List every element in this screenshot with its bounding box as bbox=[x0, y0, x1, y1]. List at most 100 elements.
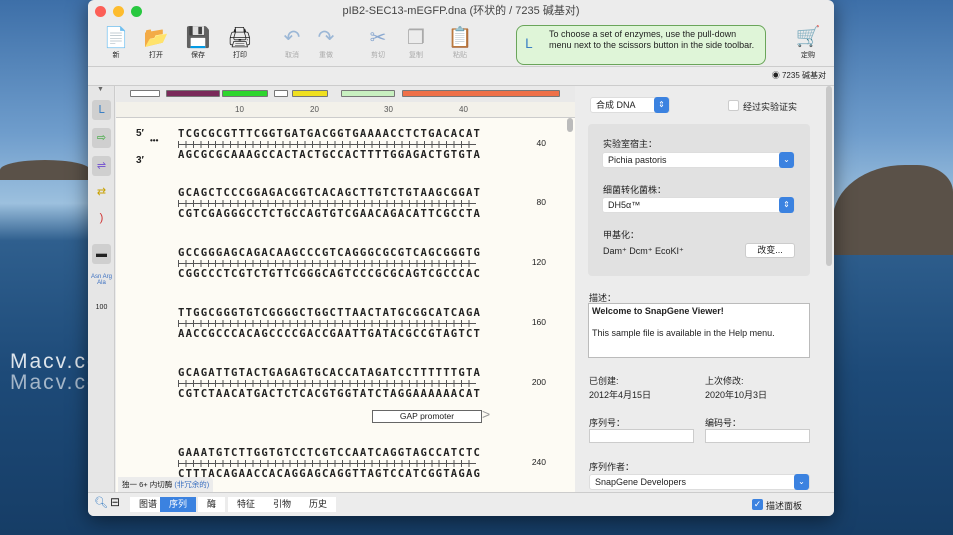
updown-icon: ⇕ bbox=[779, 197, 794, 213]
chevron-down-icon: ⌄ bbox=[794, 474, 809, 490]
panel-scrollbar[interactable] bbox=[826, 86, 832, 266]
bottom-strand[interactable]: CTTTACAGAACCACAGGAGCAGGTTAGTCCATCGGTAGAG bbox=[178, 468, 481, 480]
window-title: pIB2-SEC13-mEGFP.dna (环状的 / 7235 碱基对) bbox=[342, 5, 580, 17]
scale-button[interactable]: 100 bbox=[91, 304, 112, 311]
tab-2[interactable]: 酶 bbox=[198, 497, 226, 512]
top-strand[interactable]: TTGGCGGGTGTCGGGGCTGGCTTAACTATGCGGCATCAGA bbox=[178, 307, 481, 319]
bottom-strand[interactable]: CGGCCCTCGTCTGTTCGGGCAGTCCCGCGCAGTCGCCCAC bbox=[178, 268, 481, 280]
description-field[interactable]: Welcome to SnapGene Viewer! This sample f… bbox=[588, 303, 810, 358]
status-row: ◉ 7235 碱基对 bbox=[88, 66, 834, 86]
top-strand[interactable]: GAAATGTCTTGGTGTCCTCGTCCAATCAGGTAGCCATCTC bbox=[178, 447, 481, 459]
undo-icon: ↶ bbox=[283, 26, 301, 49]
tab-4[interactable]: 引物 bbox=[264, 497, 301, 512]
top-strand[interactable]: TCGCGCGTTTCGGTGATGACGGTGAAAACCTCTGACACAT bbox=[178, 128, 481, 140]
strands-button[interactable]: ⇌ bbox=[92, 156, 111, 176]
minimize-button[interactable] bbox=[113, 6, 124, 17]
bottom-strand[interactable]: CGTCGAGGGCCTCTGCCAGTGTCGAACAGACATTCGCCTA bbox=[178, 208, 481, 220]
verified-checkbox[interactable] bbox=[728, 100, 739, 111]
printer-icon: 🖨 bbox=[227, 26, 253, 49]
chevron-down-icon: ⌄ bbox=[779, 152, 794, 168]
split-view-icon[interactable]: ⊟ bbox=[110, 495, 120, 509]
position-number: 160 bbox=[531, 317, 546, 327]
features-button[interactable]: ⇨ bbox=[92, 128, 111, 148]
top-strand[interactable]: GCAGATTGTACTGAGAGTGCACCATAGATCCTTTTTTGTA bbox=[178, 367, 481, 379]
bottom-strand[interactable]: AGCGCGCAAAGCCACTACTGCCACTTTTGGAGACTGTGTA bbox=[178, 149, 481, 161]
toolbar: 📄 新 📂 打开 💾 保存 🖨 打印 ↶ 取消 ↷ 重做 ✂ 剪切 ❐ 复制 📋 粘贴 ᒪ To c… bbox=[88, 22, 834, 66]
ruler: 10 20 30 40 bbox=[116, 102, 575, 118]
bottom-strand[interactable]: CGTCTAACATGACTCTCACGTGGTATCTAGGAAAAAACAT bbox=[178, 388, 481, 400]
feature-arrow[interactable] bbox=[341, 90, 395, 97]
feature-overview bbox=[116, 86, 575, 102]
feature-arrowhead-icon: > bbox=[482, 406, 491, 422]
top-strand[interactable]: GCCGGGAGCAGACAAGCCCGTCAGGGCGCGTCAGCGGGTG bbox=[178, 247, 481, 259]
amino-acids-button[interactable]: Asn Arg Ala bbox=[91, 274, 112, 286]
scissors-icon: ✂ bbox=[369, 26, 387, 49]
bottom-strand[interactable]: AACCGCCCACAGCCCCGACCGAATTGATACGCCGTAGTCT bbox=[178, 328, 481, 340]
description-panel: 合成 DNA ⇕ 经过实验证实 实验室宿主： Pichia pastoris ⌄ 细… bbox=[578, 86, 834, 492]
translation-button[interactable]: ▬ bbox=[92, 244, 111, 264]
new-button[interactable]: 📄 新 bbox=[98, 24, 134, 60]
sequence-view: 10 20 30 40 TCGCGCGTTTCGGTGATGACGGTGAAAA… bbox=[116, 86, 575, 492]
sequence-scrollbar[interactable] bbox=[567, 118, 573, 132]
updown-icon: ⇕ bbox=[654, 97, 669, 113]
copy-button[interactable]: ❐ 复制 bbox=[398, 24, 434, 60]
host-select[interactable]: Pichia pastoris ⌄ bbox=[602, 152, 795, 168]
paste-button[interactable]: 📋 粘贴 bbox=[442, 24, 478, 60]
feature-arrow[interactable] bbox=[274, 90, 288, 97]
change-methylation-button[interactable]: 改变... bbox=[745, 243, 795, 258]
feature-arrow[interactable] bbox=[292, 90, 328, 97]
tab-5[interactable]: 历史 bbox=[300, 497, 337, 512]
side-toolbar: ▼ ᒪ ⇨ ⇌ ⇄ ) ▬ Asn Arg Ala 100 bbox=[88, 86, 115, 492]
search-icon[interactable]: 🔍︎ bbox=[94, 496, 108, 509]
app-window: pIB2-SEC13-mEGFP.dna (环状的 / 7235 碱基对) 📄 新… bbox=[88, 0, 834, 516]
paste-icon: 📋 bbox=[447, 26, 473, 49]
code-number-input[interactable] bbox=[705, 429, 810, 443]
view-tabs-bar: 🔍︎ ⊟ 图谱 序列酶特征 引物 历史 ✓ 描述面板 bbox=[88, 492, 834, 516]
serial-number-input[interactable] bbox=[589, 429, 694, 443]
description-panel-checkbox[interactable]: ✓ bbox=[752, 499, 763, 510]
redo-button[interactable]: ↷ 重做 bbox=[308, 24, 344, 60]
ellipsis: ••• bbox=[150, 136, 159, 145]
close-button[interactable] bbox=[95, 6, 106, 17]
strand-ruler bbox=[178, 380, 476, 387]
enzyme-set-label[interactable]: 独一 6+ 内切酶 (非冗余的) bbox=[118, 477, 214, 492]
feature-arrow[interactable] bbox=[402, 90, 560, 97]
author-select[interactable]: SnapGene Developers ⌄ bbox=[589, 474, 810, 490]
strand-ruler bbox=[178, 460, 476, 467]
open-button[interactable]: 📂 打开 bbox=[138, 24, 174, 60]
collapse-icon[interactable]: ▼ bbox=[97, 86, 104, 93]
tab-1[interactable]: 序列 bbox=[160, 497, 197, 512]
primers-button[interactable]: ⇄ bbox=[92, 182, 111, 202]
folder-icon: 📂 bbox=[143, 26, 169, 49]
island bbox=[833, 165, 953, 255]
buy-button[interactable]: 🛒 定购 bbox=[788, 24, 828, 60]
redo-icon: ↷ bbox=[317, 26, 335, 49]
copy-icon: ❐ bbox=[407, 26, 425, 49]
top-strand[interactable]: GCAGCTCCCGGAGACGGTCACAGCTTGTCTGTAAGCGGAT bbox=[178, 187, 481, 199]
cut-button[interactable]: ✂ 剪切 bbox=[360, 24, 396, 60]
enzyme-icon: ᒪ bbox=[525, 36, 533, 51]
print-button[interactable]: 🖨 打印 bbox=[222, 24, 258, 60]
orf-button[interactable]: ) bbox=[92, 208, 111, 228]
five-prime-label: 5′ bbox=[136, 128, 144, 139]
enzymes-button[interactable]: ᒪ bbox=[92, 100, 111, 120]
strand-ruler bbox=[178, 320, 476, 327]
feature-arrow[interactable] bbox=[166, 90, 220, 97]
position-number: 80 bbox=[536, 197, 546, 207]
strand-ruler bbox=[178, 260, 476, 267]
feature-arrow[interactable] bbox=[130, 90, 160, 97]
cart-icon: 🛒 bbox=[795, 26, 821, 48]
strain-select[interactable]: DH5α™ ⇕ bbox=[602, 197, 795, 213]
tab-3[interactable]: 特征 bbox=[228, 497, 265, 512]
new-file-icon: 📄 bbox=[103, 26, 129, 49]
zoom-button[interactable] bbox=[131, 6, 142, 17]
save-button[interactable]: 💾 保存 bbox=[180, 24, 216, 60]
feature-arrow[interactable] bbox=[222, 90, 268, 97]
strand-ruler bbox=[178, 141, 476, 148]
gap-promoter-feature[interactable]: GAP promoter bbox=[372, 410, 482, 423]
island bbox=[0, 160, 90, 180]
dna-type-select[interactable]: 合成 DNA ⇕ bbox=[590, 97, 670, 113]
undo-button[interactable]: ↶ 取消 bbox=[274, 24, 310, 60]
floppy-icon: 💾 bbox=[185, 26, 211, 49]
position-number: 240 bbox=[531, 457, 546, 467]
